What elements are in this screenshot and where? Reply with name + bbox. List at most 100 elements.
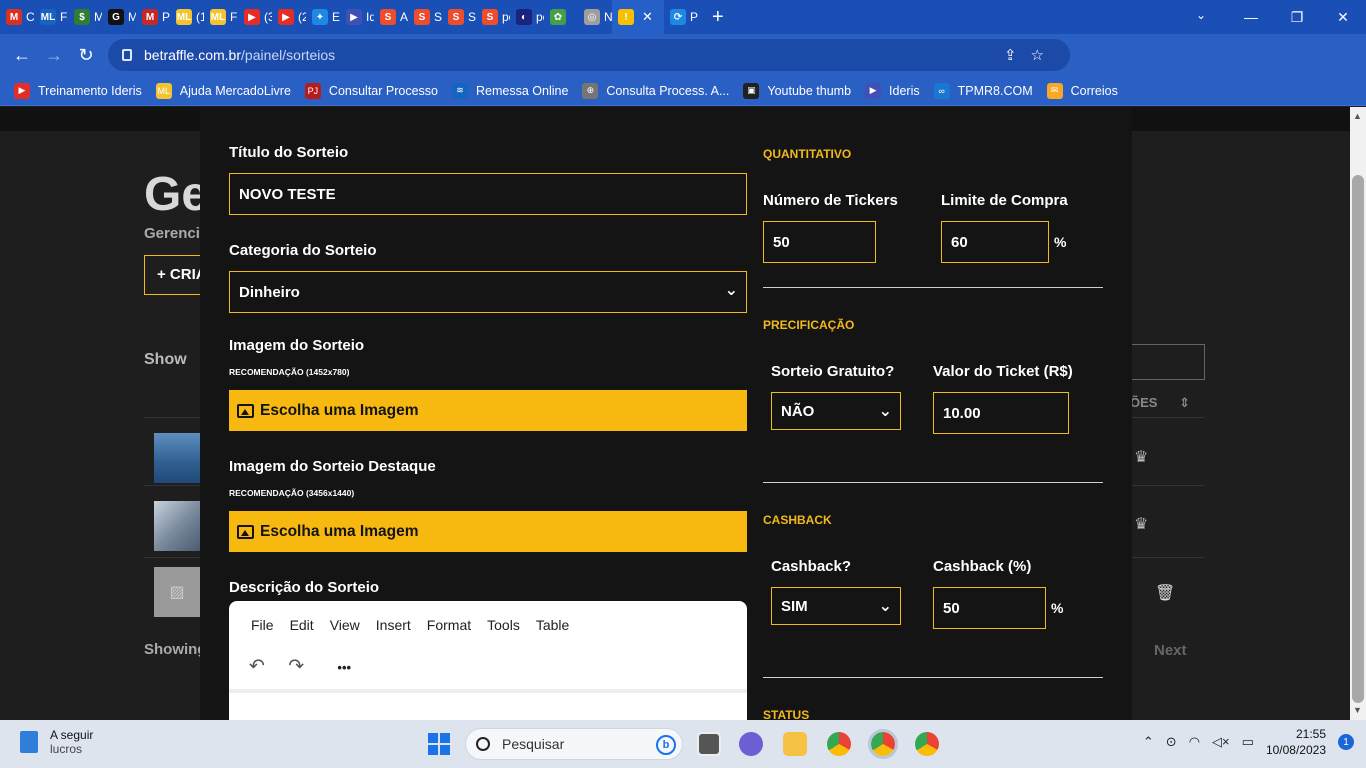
browser-tab[interactable]: ✦ Enc bbox=[306, 0, 340, 34]
browser-tab[interactable]: S Sh bbox=[408, 0, 442, 34]
free-raffle-select[interactable]: NÃO bbox=[771, 392, 901, 430]
back-icon[interactable]: ← bbox=[6, 45, 38, 66]
browser-tab[interactable]: G Me bbox=[102, 0, 136, 34]
reload-icon[interactable]: ↻ bbox=[70, 45, 102, 66]
trophy-icon[interactable]: ♛ bbox=[1134, 447, 1148, 467]
trash-icon[interactable]: 🗑 bbox=[1155, 583, 1175, 603]
weather-widget[interactable]: A seguir lucros bbox=[20, 728, 93, 756]
lock-icon[interactable] bbox=[122, 49, 132, 61]
editor-menu-table[interactable]: Table bbox=[536, 617, 569, 633]
browser-tab[interactable]: ! ✕ bbox=[612, 0, 664, 34]
trophy-icon[interactable]: ♛ bbox=[1134, 514, 1148, 534]
browser-tab[interactable]: M Ca bbox=[0, 0, 34, 34]
bookmark-item[interactable]: PJ Consultar Processo bbox=[304, 82, 438, 99]
editor-menu-file[interactable]: File bbox=[251, 617, 274, 633]
description-editor[interactable]: File Edit View Insert Format Tools Table ↶ ↷ •… bbox=[229, 601, 747, 720]
editor-menu-edit[interactable]: Edit bbox=[290, 617, 314, 633]
forward-icon[interactable]: → bbox=[38, 45, 70, 66]
close-window-icon[interactable]: ✕ bbox=[1320, 9, 1366, 26]
clock[interactable]: 21:55 10/08/2023 bbox=[1266, 726, 1326, 758]
table-search-input[interactable] bbox=[1128, 344, 1205, 380]
redo-icon[interactable]: ↷ bbox=[288, 656, 304, 677]
scroll-down-icon[interactable]: ▼ bbox=[1353, 705, 1362, 715]
browser-tab[interactable]: ⟳ Pri bbox=[664, 0, 698, 34]
bookmark-item[interactable]: ✉ Correios bbox=[1046, 82, 1118, 99]
more-options-icon[interactable]: ••• bbox=[337, 660, 351, 675]
next-page-button[interactable]: Next bbox=[1154, 642, 1187, 659]
bookmark-item[interactable]: ⊕ Consulta Process. A... bbox=[582, 82, 729, 99]
bookmark-item[interactable]: ≋ Remessa Online bbox=[452, 82, 568, 99]
tab-title: Enc bbox=[332, 10, 340, 24]
tab-favicon-icon: ▶ bbox=[278, 9, 294, 25]
address-bar[interactable]: betraffle.com.br/painel/sorteios ⇪☆ bbox=[108, 39, 1070, 71]
browser-tab[interactable]: $ Mi bbox=[68, 0, 102, 34]
choose-image-button[interactable]: Escolha uma Imagem bbox=[229, 390, 747, 431]
cashback-percent-input[interactable]: 50 bbox=[933, 587, 1046, 629]
teams-chat-icon[interactable] bbox=[739, 732, 763, 756]
bookmark-item[interactable]: ▶ Ideris bbox=[865, 82, 920, 99]
browser-tab[interactable]: Spo bbox=[476, 0, 510, 34]
browser-tab[interactable]: ▶ (29 bbox=[272, 0, 306, 34]
taskbar-search-box[interactable]: Pesquisar b bbox=[465, 728, 683, 760]
editor-menu-insert[interactable]: Insert bbox=[376, 617, 411, 633]
windows-start-icon[interactable] bbox=[428, 733, 450, 755]
battery-icon[interactable]: ▭ bbox=[1242, 734, 1254, 750]
tickets-input[interactable]: 50 bbox=[763, 221, 876, 263]
browser-tab[interactable]: S Sh bbox=[442, 0, 476, 34]
tab-title: Ali bbox=[400, 10, 408, 24]
browser-tab[interactable]: M Pri bbox=[136, 0, 170, 34]
scrollbar-thumb[interactable] bbox=[1352, 175, 1364, 703]
new-tab-button[interactable]: + bbox=[712, 6, 724, 29]
page-scrollbar[interactable]: ▲ ▼ bbox=[1350, 107, 1366, 720]
file-explorer-icon[interactable] bbox=[783, 732, 807, 756]
close-tab-icon[interactable]: ✕ bbox=[642, 9, 653, 25]
editor-menu-tools[interactable]: Tools bbox=[487, 617, 520, 633]
volume-muted-icon[interactable]: ◁× bbox=[1212, 734, 1230, 750]
editor-toolbar: ↶ ↷ ••• bbox=[249, 655, 369, 678]
purchase-limit-input[interactable]: 60 bbox=[941, 221, 1049, 263]
url-host: betraffle.com.br bbox=[144, 47, 242, 63]
browser-tab[interactable]: ML (1) bbox=[170, 0, 204, 34]
bookmark-item[interactable]: ▶ Treinamento Ideris bbox=[14, 82, 142, 99]
actions-column-header[interactable]: ÕES ⇕ bbox=[1130, 395, 1190, 411]
editor-menu-view[interactable]: View bbox=[330, 617, 360, 633]
url-path: /painel/sorteios bbox=[241, 47, 336, 63]
tab-title: pe bbox=[536, 10, 544, 24]
ticket-value-input[interactable]: 10.00 bbox=[933, 392, 1069, 434]
title-input[interactable]: NOVO TESTE bbox=[229, 173, 747, 215]
description-label: Descrição do Sorteio bbox=[229, 579, 380, 596]
cashback-enabled-select[interactable]: SIM bbox=[771, 587, 901, 625]
bookmark-item[interactable]: ML Ajuda MercadoLivre bbox=[155, 82, 291, 99]
chrome-profile-t-icon[interactable] bbox=[915, 732, 939, 756]
bing-icon[interactable]: b bbox=[656, 735, 676, 755]
task-view-icon[interactable] bbox=[697, 732, 721, 756]
tab-search-icon[interactable]: ⌄ bbox=[1196, 8, 1206, 22]
wifi-icon[interactable]: ◠ bbox=[1189, 734, 1200, 750]
scroll-up-icon[interactable]: ▲ bbox=[1353, 111, 1362, 121]
tab-list: MCaMLFa$MiGMeMPriML(1)MLFav▶(33▶(29✦Enc▶… bbox=[0, 0, 698, 34]
share-bookmark-icons[interactable]: ⇪☆ bbox=[1004, 46, 1058, 64]
network-status-icon[interactable]: ⊙ bbox=[1166, 734, 1177, 750]
browser-tab[interactable]: ✿ bbox=[544, 0, 578, 34]
editor-menu-format[interactable]: Format bbox=[427, 617, 471, 633]
browser-tab[interactable]: ▶ Ide bbox=[340, 0, 374, 34]
sort-icon[interactable]: ⇕ bbox=[1179, 395, 1190, 410]
browser-tab[interactable]: ◎ No bbox=[578, 0, 612, 34]
undo-icon[interactable]: ↶ bbox=[249, 656, 265, 677]
browser-tab[interactable]: ML Fa bbox=[34, 0, 68, 34]
chrome-icon[interactable] bbox=[827, 732, 851, 756]
minimize-icon[interactable]: — bbox=[1228, 9, 1274, 25]
category-select[interactable]: Dinheiro bbox=[229, 271, 747, 313]
browser-tab[interactable]: ▶ (33 bbox=[238, 0, 272, 34]
bookmark-item[interactable]: ▣ Youtube thumb bbox=[743, 82, 851, 99]
restore-icon[interactable]: ❐ bbox=[1274, 9, 1320, 26]
chevron-up-icon[interactable]: ⌃ bbox=[1143, 734, 1154, 750]
chrome-profile-n-icon[interactable] bbox=[868, 729, 898, 759]
ticket-value-label: Valor do Ticket (R$) bbox=[933, 363, 1073, 380]
notification-badge[interactable]: 1 bbox=[1338, 734, 1354, 750]
browser-tab[interactable]: ML Fav bbox=[204, 0, 238, 34]
bookmark-item[interactable]: ∞ TPMR8.COM bbox=[933, 82, 1033, 99]
browser-tab[interactable]: ◐ pe bbox=[510, 0, 544, 34]
browser-tab[interactable]: S Ali bbox=[374, 0, 408, 34]
choose-featured-image-button[interactable]: Escolha uma Imagem bbox=[229, 511, 747, 552]
